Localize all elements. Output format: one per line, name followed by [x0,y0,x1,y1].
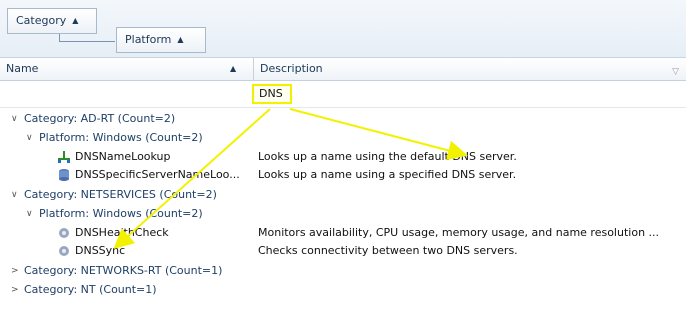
sort-ascending-icon: ▲ [177,35,184,44]
group-chip-label: Platform [125,33,172,46]
monitor-description: Looks up a name using the default DNS se… [258,150,517,163]
column-header-name[interactable]: Name ▲ [0,58,252,80]
group-chip-label: Category [16,14,67,27]
expand-chevron-icon[interactable]: > [11,281,19,299]
database-icon [59,169,69,181]
monitor-description: Checks connectivity between two DNS serv… [258,244,518,257]
collapse-chevron-icon[interactable]: ∨ [26,129,33,147]
column-header-label: Description [260,62,323,75]
group-chip-platform[interactable]: Platform ▲ [116,27,206,53]
group-row-label: Category: NETSERVICES (Count=2) [24,188,217,201]
table-row[interactable]: DNSNameLookup Looks up a name using the … [0,148,686,166]
group-by-panel: Category ▲ Platform ▲ [0,0,686,58]
group-connector [59,41,115,42]
collapse-chevron-icon[interactable]: ∨ [11,186,18,204]
monitor-description: Monitors availability, CPU usage, memory… [258,226,660,239]
group-row-label: Category: NETWORKS-RT (Count=1) [24,264,223,277]
description-filter-input[interactable]: DNS [252,84,292,104]
column-header-label: Name [6,62,39,75]
gear-icon [59,228,69,238]
collapse-chevron-icon[interactable]: ∨ [11,110,18,128]
group-row-label: Category: NT (Count=1) [24,283,157,296]
table-row[interactable]: DNSHealthCheck Monitors availability, CP… [0,224,686,242]
filter-row: DNS [0,81,686,108]
collapse-chevron-icon[interactable]: ∨ [26,205,33,223]
monitor-description: Looks up a name using a specified DNS se… [258,168,517,181]
table-row[interactable]: DNSSpecificServerNameLoo... Looks up a n… [0,166,686,184]
monitor-name: DNSSync [75,244,126,257]
gear-icon [59,246,69,256]
monitor-name: DNSHealthCheck [75,226,169,239]
column-header-description[interactable]: Description ▽ [253,58,685,80]
group-row-label: Platform: Windows (Count=2) [39,207,203,220]
sort-ascending-icon: ▲ [72,16,79,25]
column-header-row: Name ▲ Description ▽ [0,58,686,81]
monitor-name: DNSNameLookup [75,150,171,163]
sort-ascending-icon: ▲ [230,64,237,73]
monitor-name: DNSSpecificServerNameLoo... [75,168,240,181]
group-chip-category[interactable]: Category ▲ [7,8,97,34]
network-icon [58,151,70,163]
group-row-label: Platform: Windows (Count=2) [39,131,203,144]
expand-chevron-icon[interactable]: > [11,262,19,280]
table-row[interactable]: DNSSync Checks connectivity between two … [0,242,686,260]
group-row-label: Category: AD-RT (Count=2) [24,112,176,125]
filter-icon[interactable]: ▽ [672,61,679,83]
